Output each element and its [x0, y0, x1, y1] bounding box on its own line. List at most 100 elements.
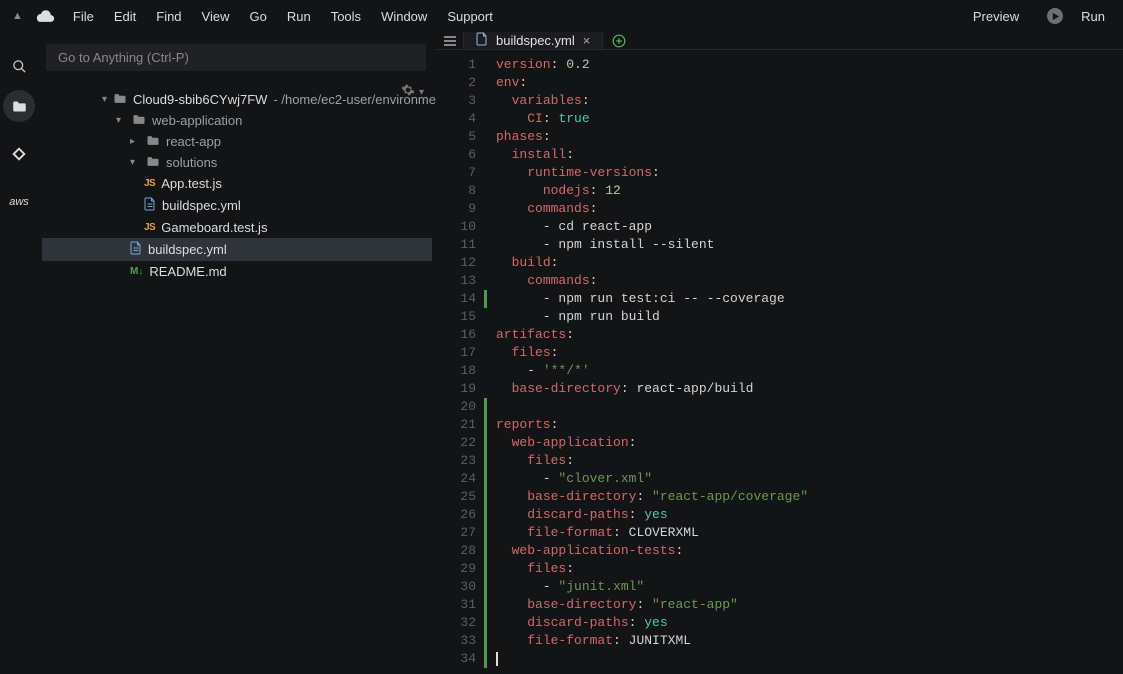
tree-item-label: solutions — [166, 155, 217, 170]
menu-edit[interactable]: Edit — [104, 5, 146, 28]
run-button[interactable]: Run — [1081, 5, 1115, 28]
code-line[interactable]: discard-paths: yes — [496, 506, 1123, 524]
code-line[interactable]: commands: — [496, 200, 1123, 218]
code-line[interactable]: runtime-versions: — [496, 164, 1123, 182]
folder-icon[interactable] — [3, 90, 35, 122]
tab-title: buildspec.yml — [496, 33, 575, 48]
menubar-collapse-icon[interactable]: ▲ — [8, 10, 27, 22]
code-line[interactable]: web-application-tests: — [496, 542, 1123, 560]
tree-item-app-test-js[interactable]: JS App.test.js — [42, 173, 432, 194]
tree-item-react-app[interactable]: ▸ react-app — [42, 131, 432, 152]
menu-go[interactable]: Go — [240, 5, 277, 28]
menu-tools[interactable]: Tools — [321, 5, 371, 28]
code-line[interactable]: files: — [496, 452, 1123, 470]
tree-item-web-application[interactable]: ▾ web-application — [42, 110, 432, 131]
tab-bar: buildspec.yml × — [436, 32, 1123, 50]
tree-root-label: Cloud9-sbib6CYwj7FW — [133, 92, 267, 107]
tree-item-label: react-app — [166, 134, 221, 149]
text-cursor — [496, 652, 498, 666]
code-line[interactable]: - "junit.xml" — [496, 578, 1123, 596]
tree-item-label: web-application — [152, 113, 242, 128]
folder-icon — [146, 155, 160, 170]
menu-find[interactable]: Find — [146, 5, 191, 28]
close-icon[interactable]: × — [583, 33, 591, 48]
file-icon — [476, 32, 488, 49]
activity-bar: aws — [0, 32, 38, 574]
code-line[interactable]: - '**/*' — [496, 362, 1123, 380]
goto-anything-input[interactable]: Go to Anything (Ctrl-P) — [46, 44, 426, 71]
editor-tab[interactable]: buildspec.yml × — [464, 32, 603, 49]
menu-run[interactable]: Run — [277, 5, 321, 28]
aws-icon[interactable]: aws — [3, 186, 35, 218]
code-line[interactable]: CI: true — [496, 110, 1123, 128]
chevron-down-icon: ▾ — [102, 94, 107, 105]
code-line[interactable]: commands: — [496, 272, 1123, 290]
tree-item-buildspec-yml[interactable]: buildspec.yml — [42, 194, 432, 217]
code-line[interactable]: file-format: JUNITXML — [496, 632, 1123, 650]
menu-window[interactable]: Window — [371, 5, 437, 28]
code-line[interactable]: version: 0.2 — [496, 56, 1123, 74]
source-control-icon[interactable] — [3, 138, 35, 170]
code-line[interactable]: file-format: CLOVERXML — [496, 524, 1123, 542]
menu-support[interactable]: Support — [437, 5, 503, 28]
code-line[interactable]: - "clover.xml" — [496, 470, 1123, 488]
tree-item-label: Gameboard.test.js — [161, 220, 267, 235]
tree-item-readme-md[interactable]: M↓ README.md — [42, 261, 432, 282]
tree-item-label: buildspec.yml — [162, 198, 241, 213]
code-line[interactable]: artifacts: — [496, 326, 1123, 344]
code-line[interactable]: install: — [496, 146, 1123, 164]
folder-icon — [132, 113, 146, 128]
code-line[interactable] — [496, 398, 1123, 416]
code-line[interactable]: variables: — [496, 92, 1123, 110]
tree-item-gameboard-test-js[interactable]: JS Gameboard.test.js — [42, 217, 432, 238]
js-file-icon: JS — [144, 222, 155, 233]
chevron-down-icon: ▾ — [116, 115, 126, 126]
code-editor[interactable]: 1234567891011121314151617181920212223242… — [436, 50, 1123, 674]
code-line[interactable]: files: — [496, 344, 1123, 362]
code-line[interactable]: base-directory: "react-app" — [496, 596, 1123, 614]
tree-root[interactable]: ▾ Cloud9-sbib6CYwj7FW - /home/ec2-user/e… — [42, 89, 432, 110]
folder-icon — [146, 134, 160, 149]
code-content[interactable]: version: 0.2env: variables: CI: truephas… — [488, 50, 1123, 674]
new-tab-icon[interactable] — [603, 32, 635, 49]
tree-item-buildspec-yml[interactable]: buildspec.yml — [42, 238, 432, 261]
menu-file[interactable]: File — [63, 5, 104, 28]
code-line[interactable]: files: — [496, 560, 1123, 578]
menu-view[interactable]: View — [192, 5, 240, 28]
code-line[interactable]: nodejs: 12 — [496, 182, 1123, 200]
code-line[interactable]: base-directory: react-app/build — [496, 380, 1123, 398]
code-line[interactable]: discard-paths: yes — [496, 614, 1123, 632]
code-line[interactable]: - cd react-app — [496, 218, 1123, 236]
tree-item-label: buildspec.yml — [148, 242, 227, 257]
code-line[interactable]: reports: — [496, 416, 1123, 434]
code-line[interactable]: phases: — [496, 128, 1123, 146]
code-line[interactable]: - npm install --silent — [496, 236, 1123, 254]
tab-list-icon[interactable] — [436, 32, 464, 49]
document-file-icon — [144, 197, 156, 214]
editor-area: buildspec.yml × 123456789101112131415161… — [436, 32, 1123, 574]
code-line[interactable]: build: — [496, 254, 1123, 272]
tree-item-solutions[interactable]: ▾ solutions — [42, 152, 432, 173]
chevron-down-icon: ▾ — [130, 157, 140, 168]
menubar: ▲ FileEditFindViewGoRunToolsWindowSuppor… — [0, 0, 1123, 32]
tree-item-label: App.test.js — [161, 176, 222, 191]
folder-icon — [113, 92, 127, 107]
chevron-right-icon: ▸ — [130, 136, 140, 147]
gear-icon[interactable]: ▾ — [401, 83, 424, 100]
code-line[interactable]: web-application: — [496, 434, 1123, 452]
js-file-icon: JS — [144, 178, 155, 189]
run-status-icon[interactable] — [1047, 8, 1063, 24]
code-line[interactable]: - npm run build — [496, 308, 1123, 326]
code-line[interactable]: - npm run test:ci -- --coverage — [496, 290, 1123, 308]
sidebar: Go to Anything (Ctrl-P) ▾ ▾ Cloud9-sbib6… — [38, 32, 436, 574]
line-gutter: 1234567891011121314151617181920212223242… — [436, 50, 484, 674]
markdown-file-icon: M↓ — [130, 266, 143, 277]
code-line[interactable]: base-directory: "react-app/coverage" — [496, 488, 1123, 506]
code-line[interactable]: env: — [496, 74, 1123, 92]
tree-item-label: README.md — [149, 264, 226, 279]
code-line[interactable] — [496, 650, 1123, 668]
preview-button[interactable]: Preview — [963, 5, 1029, 28]
search-icon[interactable] — [3, 50, 35, 82]
file-tree: ▾ Cloud9-sbib6CYwj7FW - /home/ec2-user/e… — [38, 89, 436, 282]
cloud9-logo-icon[interactable] — [29, 9, 61, 23]
